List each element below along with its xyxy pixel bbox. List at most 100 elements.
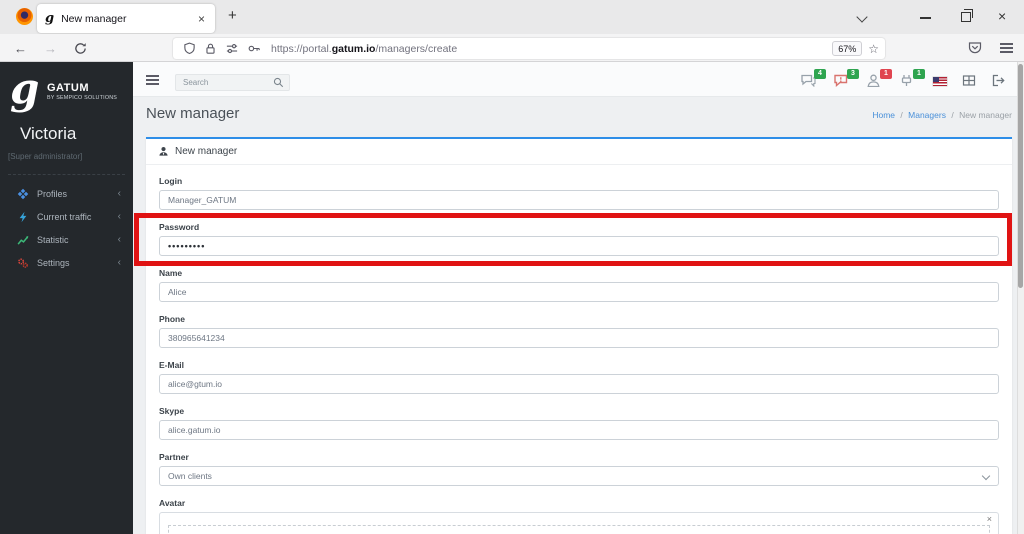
- lock-icon[interactable]: [204, 42, 217, 55]
- profiles-icon: [17, 188, 29, 199]
- email-label: E-Mail: [159, 360, 185, 370]
- brand-name: GATUM: [47, 82, 90, 94]
- tab-list-chevron-icon[interactable]: [856, 11, 868, 23]
- sidebar-item-label: Profiles: [37, 188, 68, 199]
- alerts-button[interactable]: 3: [834, 69, 859, 88]
- name-input[interactable]: [159, 282, 999, 302]
- connections-button[interactable]: 1: [900, 69, 925, 88]
- breadcrumb-home-link[interactable]: Home: [872, 110, 895, 120]
- shield-icon[interactable]: [183, 42, 196, 55]
- topbar-icons: 4 3 1 1: [801, 69, 1005, 88]
- sidebar-toggle-icon[interactable]: [146, 75, 159, 77]
- alerts-badge: 3: [847, 69, 859, 79]
- sidebar-item-label: Statistic: [37, 234, 69, 245]
- main-content: New manager Home / Managers / New manage…: [133, 97, 1017, 534]
- key-icon[interactable]: [247, 42, 261, 55]
- window-minimize-button[interactable]: [920, 17, 931, 19]
- breadcrumb-current: New manager: [959, 110, 1012, 120]
- reload-icon[interactable]: [74, 42, 87, 55]
- permissions-sliders-icon[interactable]: [225, 42, 239, 55]
- breadcrumb-managers-link[interactable]: Managers: [908, 110, 946, 120]
- login-input[interactable]: [159, 190, 999, 210]
- chevron-left-icon: ‹: [117, 234, 121, 245]
- field-skype: Skype: [159, 406, 999, 440]
- grid-apps-icon[interactable]: [962, 74, 976, 87]
- scrollbar-thumb[interactable]: [1018, 64, 1023, 288]
- field-login: Login: [159, 176, 999, 210]
- breadcrumb: Home / Managers / New manager: [872, 110, 1012, 120]
- chevron-left-icon: ‹: [117, 211, 121, 222]
- login-label: Login: [159, 176, 183, 186]
- page-title: New manager: [146, 105, 240, 122]
- avatar-dropzone[interactable]: [168, 525, 990, 534]
- pocket-icon[interactable]: [968, 41, 982, 54]
- bookmark-star-icon[interactable]: ☆: [868, 42, 879, 56]
- browser-tab[interactable]: g New manager ×: [37, 4, 215, 33]
- manager-user-icon: [159, 147, 168, 156]
- skype-input[interactable]: [159, 420, 999, 440]
- email-input[interactable]: [159, 374, 999, 394]
- url-domain: gatum.io: [331, 42, 376, 55]
- sidebar-item-profiles[interactable]: Profiles ‹: [0, 182, 133, 205]
- new-tab-button[interactable]: +: [228, 7, 237, 24]
- sidebar-item-settings[interactable]: Settings ‹: [0, 251, 133, 274]
- sidebar-divider: [8, 174, 125, 175]
- avatar-label: Avatar: [159, 498, 186, 508]
- partner-selected-value: Own clients: [168, 471, 212, 481]
- sidebar-item-label: Settings: [37, 257, 70, 268]
- zoom-level-chip[interactable]: 67%: [832, 41, 863, 56]
- gatum-logo-icon: g: [10, 64, 40, 113]
- card-title: New manager: [175, 146, 238, 157]
- settings-icon: [18, 258, 28, 268]
- avatar-upload-box[interactable]: ×: [159, 512, 999, 534]
- url-bar[interactable]: https://portal.gatum.io/managers/create …: [173, 38, 885, 59]
- chevron-down-icon: [981, 471, 991, 481]
- site-favicon-icon: g: [45, 11, 55, 26]
- tab-close-icon[interactable]: ×: [196, 12, 207, 26]
- url-path: /managers/create: [375, 42, 458, 55]
- password-label: Password: [159, 222, 200, 232]
- statistic-icon: [17, 235, 29, 245]
- user-name: Victoria: [20, 124, 77, 143]
- new-manager-card: New manager Login Password Name Phone: [146, 137, 1012, 534]
- browser-menu-icon[interactable]: [1000, 43, 1013, 45]
- user-icon: [867, 74, 880, 87]
- language-flag-us-icon[interactable]: [933, 77, 947, 86]
- back-button[interactable]: ←: [14, 41, 27, 56]
- search-input[interactable]: [181, 77, 273, 88]
- connection-icon: [901, 75, 912, 86]
- search-box[interactable]: [175, 74, 290, 91]
- phone-label: Phone: [159, 314, 185, 324]
- screen: g New manager × + × ← → https://portal.g…: [0, 0, 1024, 534]
- alert-chat-icon: [834, 74, 848, 87]
- avatar-clear-icon[interactable]: ×: [987, 514, 992, 524]
- forward-button[interactable]: →: [44, 41, 57, 56]
- window-restore-button[interactable]: [961, 9, 973, 22]
- sidebar: g GATUM BY SEMPICO SOLUTIONS Victoria [S…: [0, 62, 133, 534]
- connections-badge: 1: [913, 69, 925, 79]
- firefox-logo-icon[interactable]: [16, 8, 33, 25]
- partner-label: Partner: [159, 452, 189, 462]
- partner-select[interactable]: Own clients: [159, 466, 999, 486]
- logout-icon[interactable]: [991, 74, 1005, 87]
- managers-button[interactable]: 1: [867, 69, 892, 88]
- sidebar-item-statistic[interactable]: Statistic ‹: [0, 228, 133, 251]
- tab-title: New manager: [61, 12, 127, 25]
- phone-input[interactable]: [159, 328, 999, 348]
- field-phone: Phone: [159, 314, 999, 348]
- sidebar-item-current-traffic[interactable]: Current traffic ‹: [0, 205, 133, 228]
- breadcrumb-separator: /: [900, 110, 903, 120]
- field-password: Password: [159, 222, 999, 256]
- window-close-button[interactable]: ×: [998, 8, 1006, 24]
- sidebar-menu: Profiles ‹ Current traffic ‹ Statistic ‹: [0, 182, 133, 274]
- password-input[interactable]: [159, 236, 999, 256]
- chats-button[interactable]: 4: [801, 69, 826, 88]
- search-icon[interactable]: [273, 77, 284, 88]
- chevron-left-icon: ‹: [117, 257, 121, 268]
- browser-titlebar: g New manager × + ×: [0, 0, 1024, 34]
- managers-badge: 1: [880, 69, 892, 79]
- chevron-left-icon: ‹: [117, 188, 121, 199]
- user-role: [Super administrator]: [8, 152, 83, 161]
- url-prefix: https://portal.: [271, 42, 332, 55]
- url-text: https://portal.gatum.io/managers/create: [271, 43, 832, 55]
